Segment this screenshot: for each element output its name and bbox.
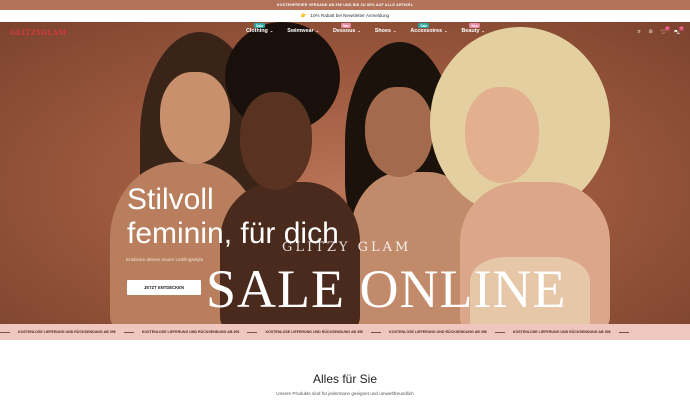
announcement-text: KOSTENFREIER VERSAND AB 39€ UND BIS ZU 8… <box>276 3 414 7</box>
sale-badge: Sale <box>254 23 265 28</box>
chevron-down-icon: ⌄ <box>357 28 361 33</box>
menu-item-accessoires[interactable]: Sale Accessoires ⌄ <box>410 23 448 34</box>
new-badge: Neu <box>469 23 480 28</box>
wishlist-count: 0 <box>664 26 670 31</box>
discover-now-button[interactable]: JETZT ENTDECKEN <box>127 280 201 295</box>
ticker-separator <box>123 331 134 333</box>
hero-model-3-face <box>365 87 433 177</box>
shipping-ticker: KOSTENLOSE LIEFERUNG UND RÜCKSENDUNG AB … <box>0 324 690 340</box>
menu-item-label: Accessoires <box>410 28 443 34</box>
ticker-item: KOSTENLOSE LIEFERUNG UND RÜCKSENDUNG AB … <box>265 330 364 334</box>
chevron-down-icon: ⌄ <box>269 28 274 33</box>
menu-item-beauty[interactable]: Neu Beauty ⌄ <box>461 23 485 34</box>
menu-item-label: Swimwear <box>287 28 314 34</box>
hero-headline-line-1: Stilvoll <box>127 183 214 216</box>
menu-item-swimwear[interactable]: Swimwear ⌄ <box>287 28 319 34</box>
chevron-down-icon: ⌄ <box>444 28 448 33</box>
sale-badge: Sale <box>418 23 430 28</box>
menu-item-dessous[interactable]: Neu Dessous ⌄ <box>332 23 361 34</box>
sale-online-text: SALE ONLINE <box>206 259 567 319</box>
header-icons: ⌕ ⍝ ♡ 0 ⛍ 0 <box>637 26 684 37</box>
ticker-item: KOSTENLOSE LIEFERUNG UND RÜCKSENDUNG AB … <box>141 330 240 334</box>
hero-model-2-face <box>240 92 312 190</box>
heart-icon[interactable]: ♡ 0 <box>660 26 670 37</box>
user-icon[interactable]: ⍝ <box>649 29 653 37</box>
new-badge: Neu <box>340 23 352 28</box>
menu-item-label: Shoes <box>374 28 391 34</box>
site-logo[interactable]: GLITZYGLAM <box>10 28 67 37</box>
menu-item-shoes[interactable]: Shoes ⌄ <box>375 28 397 34</box>
search-icon[interactable]: ⌕ <box>637 29 640 37</box>
menu-item-label: Dessous <box>332 28 356 34</box>
menu-item-label: Beauty <box>461 28 480 34</box>
hero-model-4-face <box>465 87 539 183</box>
ticker-separator <box>494 331 505 333</box>
section-subtitle: Unsere Produkte sind für jedermann geeig… <box>276 391 414 396</box>
chevron-down-icon: ⌄ <box>481 28 485 33</box>
section-title: Alles für Sie <box>312 372 378 386</box>
ticker-item: KOSTENLOSE LIEFERUNG UND RÜCKSENDUNG AB … <box>18 330 116 334</box>
ticker-separator <box>247 331 258 333</box>
menu-item-clothing[interactable]: Sale Clothing ⌄ <box>246 23 274 34</box>
ticker-item: KOSTENLOSE LIEFERUNG UND RÜCKSENDUNG AB … <box>389 330 487 334</box>
cart-count: 0 <box>679 26 684 31</box>
ticker-item: KOSTENLOSE LIEFERUNG UND RÜCKSENDUNG AB … <box>512 330 611 334</box>
announcement-bar: KOSTENFREIER VERSAND AB 39€ UND BIS ZU 8… <box>0 0 690 10</box>
newsletter-promo-text: 10% Rabatt bei Newsletter Anmeldung <box>310 13 390 18</box>
chevron-down-icon: ⌄ <box>315 28 319 33</box>
category-menu: Sale Clothing ⌄ Swimwear ⌄ Neu Dessous ⌄ Sh… <box>246 23 499 34</box>
newsletter-promo-bar[interactable]: 👉 10% Rabatt bei Newsletter Anmeldung <box>0 10 690 22</box>
cart-icon[interactable]: ⛍ 0 <box>674 26 684 37</box>
hero-model-1-face <box>160 72 230 164</box>
main-navigation: GLITZYGLAM Sale Clothing ⌄ Swimwear ⌄ Neu … <box>0 22 690 44</box>
hero-subtext: Entdecke deinen neuen Lieblingsstyle <box>126 257 204 262</box>
ticker-separator <box>618 331 629 333</box>
brand-watermark: GLITZY GLAM <box>282 240 412 255</box>
chevron-down-icon: ⌄ <box>392 28 397 33</box>
hand-icon: 👉 <box>300 13 308 19</box>
menu-item-label: Clothing <box>246 28 268 34</box>
ticker-separator <box>371 331 382 333</box>
ticker-separator <box>0 331 10 333</box>
